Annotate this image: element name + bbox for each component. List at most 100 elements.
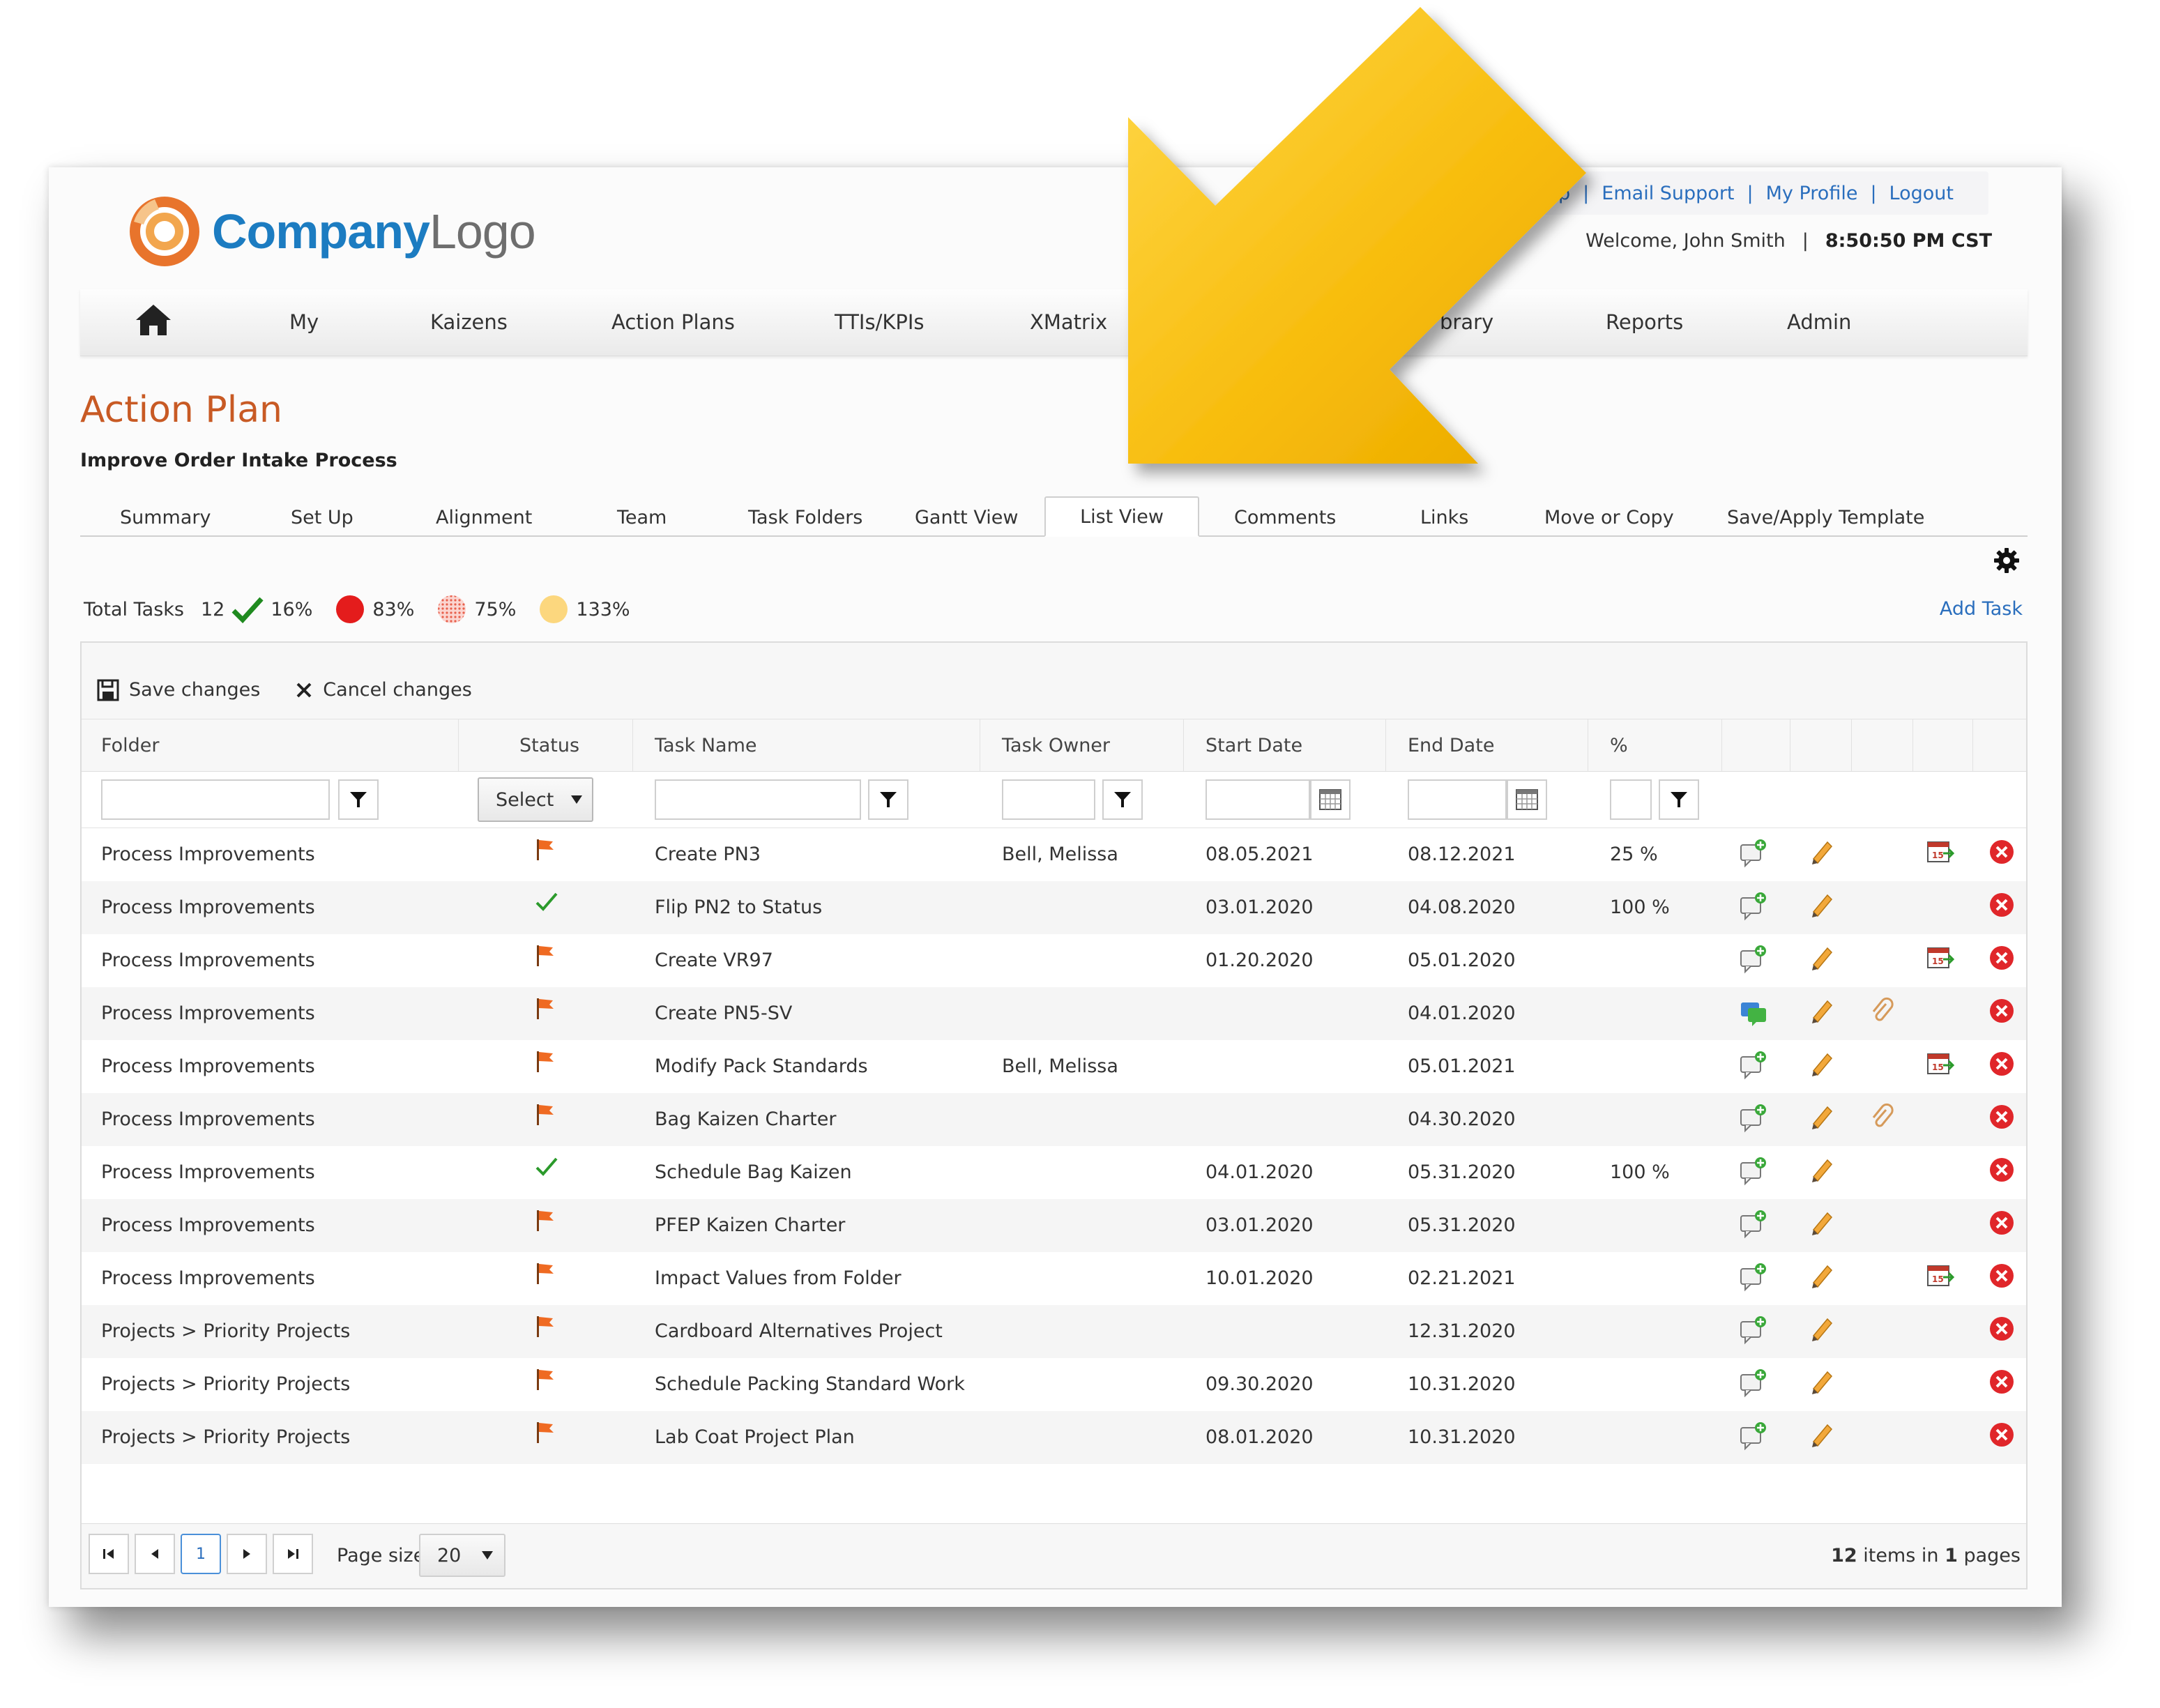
delete-icon[interactable]: [1988, 1156, 2016, 1189]
end-date-calendar-button[interactable]: [1507, 779, 1547, 820]
next-page-button[interactable]: [227, 1534, 267, 1574]
paperclip-icon[interactable]: [1869, 1103, 1894, 1136]
company-logo[interactable]: CompanyLogo: [127, 194, 536, 269]
col-end-date[interactable]: End Date: [1408, 735, 1494, 756]
delete-icon[interactable]: [1988, 1368, 2016, 1401]
delete-icon[interactable]: [1988, 1262, 2016, 1295]
delete-icon[interactable]: [1988, 838, 2016, 871]
folder-filter-button[interactable]: [338, 779, 379, 820]
logout-link[interactable]: Logout: [1889, 183, 1954, 204]
folder-filter-input[interactable]: [101, 779, 330, 820]
table-row[interactable]: Process Improvements Flip PN2 to Status 03…: [82, 881, 2026, 934]
delete-icon[interactable]: [1988, 1103, 2016, 1136]
end-date-filter-input[interactable]: [1408, 779, 1507, 820]
nav-xmatrix[interactable]: XMatrix: [1030, 310, 1107, 334]
start-date-calendar-button[interactable]: [1310, 779, 1351, 820]
pencil-icon[interactable]: [1808, 891, 1836, 924]
calendar-move-icon[interactable]: 15: [1926, 944, 1956, 977]
add-comment-icon[interactable]: [1738, 1103, 1769, 1138]
tab-links[interactable]: Links: [1420, 507, 1468, 528]
task-name-filter-button[interactable]: [868, 779, 908, 820]
calendar-move-icon[interactable]: 15: [1926, 1262, 1956, 1295]
table-row[interactable]: Process Improvements Impact Values from F…: [82, 1252, 2026, 1305]
calendar-move-icon[interactable]: 15: [1926, 838, 1956, 871]
tab-set-up[interactable]: Set Up: [291, 507, 353, 528]
help-link[interactable]: Help: [1528, 183, 1571, 204]
add-comment-icon[interactable]: [1738, 1209, 1769, 1244]
nav-action-plans[interactable]: Action Plans: [611, 310, 735, 334]
paperclip-icon[interactable]: [1869, 997, 1894, 1030]
add-task-link[interactable]: Add Task: [1940, 598, 2023, 620]
tab-task-folders[interactable]: Task Folders: [748, 507, 862, 528]
add-comment-icon[interactable]: [1738, 1315, 1769, 1350]
start-date-filter-input[interactable]: [1206, 779, 1310, 820]
home-icon[interactable]: [135, 303, 172, 340]
nav-kaizens[interactable]: Kaizens: [430, 310, 508, 334]
save-changes-button[interactable]: Save changes: [97, 679, 260, 701]
pencil-icon[interactable]: [1808, 1103, 1836, 1136]
previous-page-button[interactable]: [135, 1534, 175, 1574]
tab-list-view[interactable]: List View: [1044, 496, 1199, 537]
nav-admin[interactable]: Admin: [1787, 310, 1851, 334]
tab-alignment[interactable]: Alignment: [436, 507, 532, 528]
tab-gantt-view[interactable]: Gantt View: [915, 507, 1018, 528]
delete-icon[interactable]: [1988, 1421, 2016, 1454]
table-row[interactable]: Process Improvements Bag Kaizen Charter 04…: [82, 1093, 2026, 1146]
table-row[interactable]: Process Improvements PFEP Kaizen Charter 0…: [82, 1199, 2026, 1252]
nav-my[interactable]: My: [289, 310, 319, 334]
add-comment-icon[interactable]: [1738, 1050, 1769, 1085]
add-comment-icon[interactable]: [1738, 838, 1769, 874]
table-row[interactable]: Process Improvements Create VR97 01.20.202…: [82, 934, 2026, 987]
delete-icon[interactable]: [1988, 997, 2016, 1030]
comments-icon[interactable]: [1738, 997, 1769, 1032]
table-row[interactable]: Process Improvements Schedule Bag Kaizen 0…: [82, 1146, 2026, 1199]
pencil-icon[interactable]: [1808, 1262, 1836, 1295]
col-percent[interactable]: %: [1610, 735, 1628, 756]
tab-move-or-copy[interactable]: Move or Copy: [1544, 507, 1674, 528]
pencil-icon[interactable]: [1808, 1209, 1836, 1242]
tab-comments[interactable]: Comments: [1234, 507, 1336, 528]
task-name-filter-input[interactable]: [655, 779, 861, 820]
tab-team[interactable]: Team: [617, 507, 667, 528]
add-comment-icon[interactable]: [1738, 1368, 1769, 1403]
tab-summary[interactable]: Summary: [120, 507, 211, 528]
pencil-icon[interactable]: [1808, 1315, 1836, 1348]
nav-ttis-kpis[interactable]: TTIs/KPIs: [835, 310, 925, 334]
pencil-icon[interactable]: [1808, 997, 1836, 1030]
add-comment-icon[interactable]: [1738, 944, 1769, 979]
last-page-button[interactable]: [273, 1534, 313, 1574]
add-comment-icon[interactable]: [1738, 1421, 1769, 1456]
col-folder[interactable]: Folder: [101, 735, 159, 756]
add-comment-icon[interactable]: [1738, 1262, 1769, 1297]
col-task-owner[interactable]: Task Owner: [1002, 735, 1110, 756]
table-row[interactable]: Projects > Priority Projects Lab Coat Pro…: [82, 1411, 2026, 1464]
task-owner-filter-input[interactable]: [1002, 779, 1095, 820]
col-task-name[interactable]: Task Name: [655, 735, 757, 756]
table-row[interactable]: Process Improvements Create PN3 Bell, Meli…: [82, 828, 2026, 881]
table-row[interactable]: Process Improvements Modify Pack Standard…: [82, 1040, 2026, 1093]
pencil-icon[interactable]: [1808, 838, 1836, 871]
delete-icon[interactable]: [1988, 944, 2016, 977]
add-comment-icon[interactable]: [1738, 891, 1769, 927]
nav-reports[interactable]: Reports: [1606, 310, 1683, 334]
calendar-move-icon[interactable]: 15: [1926, 1050, 1956, 1083]
pencil-icon[interactable]: [1808, 1156, 1836, 1189]
nav-library[interactable]: brary: [1440, 310, 1493, 334]
table-row[interactable]: Projects > Priority Projects Cardboard Al…: [82, 1305, 2026, 1358]
current-page-button[interactable]: 1: [181, 1534, 221, 1574]
pencil-icon[interactable]: [1808, 1368, 1836, 1401]
email-support-link[interactable]: Email Support: [1602, 183, 1734, 204]
add-comment-icon[interactable]: [1738, 1156, 1769, 1191]
page-size-select[interactable]: 20: [419, 1534, 505, 1577]
cancel-changes-button[interactable]: Cancel changes: [295, 679, 472, 701]
first-page-button[interactable]: [89, 1534, 129, 1574]
delete-icon[interactable]: [1988, 1050, 2016, 1083]
table-row[interactable]: Process Improvements Create PN5-SV 04.01.2…: [82, 987, 2026, 1040]
delete-icon[interactable]: [1988, 1209, 2016, 1242]
percent-filter-input[interactable]: [1610, 779, 1652, 820]
my-profile-link[interactable]: My Profile: [1766, 183, 1858, 204]
delete-icon[interactable]: [1988, 1315, 2016, 1348]
task-owner-filter-button[interactable]: [1102, 779, 1143, 820]
table-row[interactable]: Projects > Priority Projects Schedule Pac…: [82, 1358, 2026, 1411]
tab-save-apply-template[interactable]: Save/Apply Template: [1727, 507, 1924, 528]
